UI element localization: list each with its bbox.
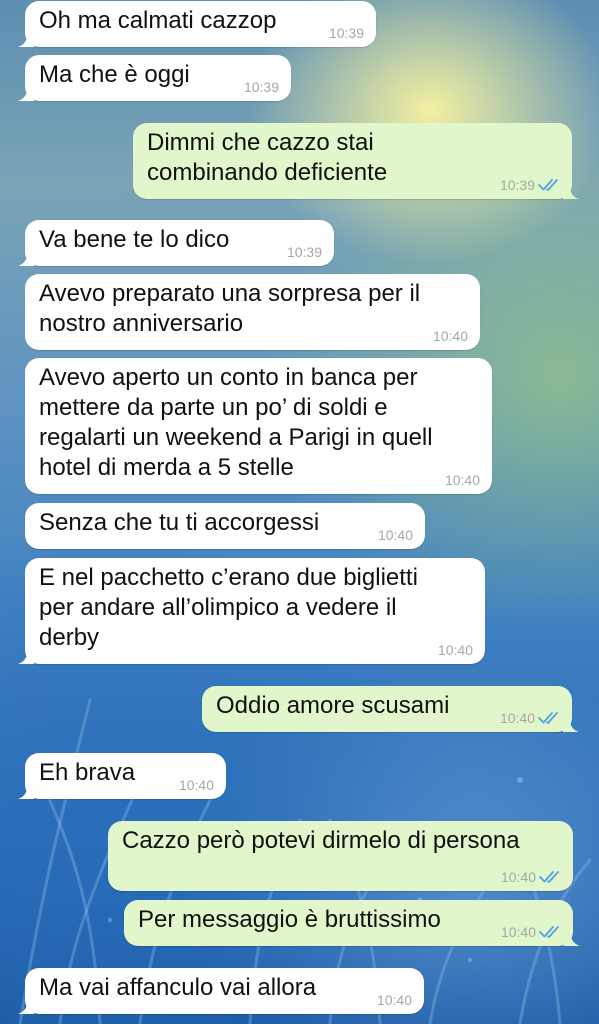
message-text: Va bene te lo dico	[39, 226, 230, 253]
message-text: Cazzo però potevi dirmelo di persona	[122, 827, 520, 854]
message-time: 10:39	[286, 244, 322, 260]
message-text: Dimmi che cazzo stai combinando deficien…	[147, 129, 388, 186]
message-text: Avevo preparato una sorpresa per il nost…	[39, 280, 421, 337]
message-time: 10:40	[178, 777, 214, 793]
message-time: 10:39	[243, 79, 279, 95]
message-time: 10:40	[501, 924, 563, 940]
message-text: Per messaggio è bruttissimo	[138, 906, 441, 933]
message-text: Ma che è oggi	[39, 61, 190, 88]
message-time: 10:40	[444, 472, 480, 488]
message-text: Oh ma calmati cazzop	[39, 7, 277, 34]
message-time: 10:39	[328, 25, 364, 41]
double-check-icon	[538, 179, 558, 191]
message-bubble-incoming[interactable]: Ma che è oggi 10:39	[18, 55, 291, 101]
double-check-icon	[538, 712, 558, 724]
message-bubble-outgoing[interactable]: Cazzo però potevi dirmelo di persona 10:…	[108, 821, 573, 891]
double-check-icon	[539, 926, 559, 938]
message-bubble-outgoing[interactable]: Dimmi che cazzo stai combinando deficien…	[133, 123, 579, 199]
message-time: 10:40	[500, 710, 562, 726]
message-text: Ma vai affanculo vai allora	[39, 974, 317, 1001]
message-bubble-incoming[interactable]: Avevo aperto un conto in banca per mette…	[25, 358, 492, 494]
message-time: 10:40	[501, 869, 563, 885]
message-bubble-incoming[interactable]: E nel pacchetto c’erano due biglietti pe…	[18, 558, 485, 664]
message-bubble-outgoing[interactable]: Per messaggio è bruttissimo 10:40	[124, 900, 580, 946]
message-time: 10:40	[437, 642, 473, 658]
message-time: 10:39	[500, 177, 562, 193]
message-time: 10:40	[377, 527, 413, 543]
message-time: 10:40	[376, 992, 412, 1008]
message-time: 10:40	[432, 328, 468, 344]
message-text: Avevo aperto un conto in banca per mette…	[39, 364, 433, 481]
double-check-icon	[539, 871, 559, 883]
message-bubble-incoming[interactable]: Oh ma calmati cazzop 10:39	[18, 1, 376, 47]
message-bubble-incoming[interactable]: Eh brava 10:40	[18, 753, 226, 799]
message-bubble-incoming[interactable]: Va bene te lo dico 10:39	[18, 220, 334, 266]
message-bubble-incoming[interactable]: Ma vai affanculo vai allora 10:40	[18, 968, 424, 1014]
message-bubble-outgoing[interactable]: Oddio amore scusami 10:40	[202, 686, 579, 732]
message-bubble-incoming[interactable]: Senza che tu ti accorgessi 10:40	[25, 503, 425, 549]
message-bubble-incoming[interactable]: Avevo preparato una sorpresa per il nost…	[25, 274, 480, 350]
message-text: E nel pacchetto c’erano due biglietti pe…	[39, 564, 418, 651]
message-text: Senza che tu ti accorgessi	[39, 509, 320, 536]
